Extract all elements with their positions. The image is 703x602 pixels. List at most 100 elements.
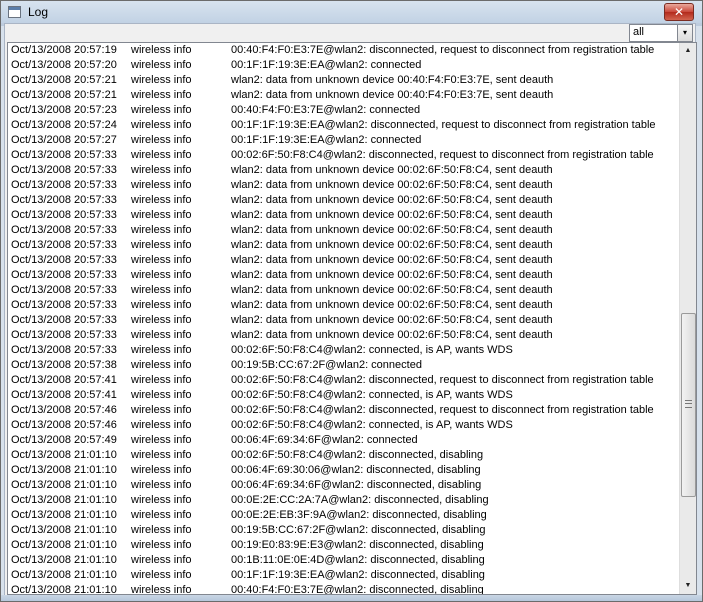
- log-message: 00:02:6F:50:F8:C4@wlan2: disconnected, r…: [231, 374, 654, 386]
- log-topic: wireless info: [131, 404, 192, 416]
- log-row[interactable]: Oct/13/2008 20:57:38 wireless info 00:19:5…: [8, 358, 678, 373]
- log-row[interactable]: Oct/13/2008 20:57:33 wireless info wlan2: …: [8, 178, 678, 193]
- log-row[interactable]: Oct/13/2008 20:57:33 wireless info wlan2: …: [8, 208, 678, 223]
- log-row[interactable]: Oct/13/2008 20:57:46 wireless info 00:02:6…: [8, 403, 678, 418]
- log-topic: wireless info: [131, 359, 192, 371]
- log-time: Oct/13/2008 20:57:33: [11, 344, 117, 356]
- topic-filter-select[interactable]: all ▾: [629, 24, 693, 42]
- log-time: Oct/13/2008 20:57:19: [11, 44, 117, 56]
- log-row[interactable]: Oct/13/2008 20:57:33 wireless info wlan2: …: [8, 238, 678, 253]
- log-message: 00:1F:1F:19:3E:EA@wlan2: disconnected, d…: [231, 569, 485, 581]
- log-time: Oct/13/2008 20:57:33: [11, 179, 117, 191]
- vertical-scrollbar[interactable]: ▲ ▼: [679, 43, 696, 594]
- log-topic: wireless info: [131, 89, 192, 101]
- log-message: 00:06:4F:69:34:6F@wlan2: disconnected, d…: [231, 479, 482, 491]
- log-row[interactable]: Oct/13/2008 21:01:10 wireless info 00:1B:1…: [8, 553, 678, 568]
- log-topic: wireless info: [131, 539, 192, 551]
- log-time: Oct/13/2008 20:57:21: [11, 74, 117, 86]
- log-row[interactable]: Oct/13/2008 20:57:21 wireless info wlan2: …: [8, 88, 678, 103]
- log-time: Oct/13/2008 20:57:41: [11, 374, 117, 386]
- dropdown-arrow-icon[interactable]: ▾: [677, 25, 692, 41]
- log-topic: wireless info: [131, 569, 192, 581]
- scrollbar-thumb[interactable]: [681, 313, 696, 497]
- log-row[interactable]: Oct/13/2008 20:57:33 wireless info wlan2: …: [8, 253, 678, 268]
- window-title: Log: [28, 5, 49, 19]
- log-message: wlan2: data from unknown device 00:02:6F…: [231, 254, 553, 266]
- log-message: 00:06:4F:69:34:6F@wlan2: connected: [231, 434, 418, 446]
- log-message: wlan2: data from unknown device 00:02:6F…: [231, 329, 553, 341]
- log-time: Oct/13/2008 20:57:33: [11, 254, 117, 266]
- log-message: 00:1F:1F:19:3E:EA@wlan2: disconnected, r…: [231, 119, 656, 131]
- log-row[interactable]: Oct/13/2008 20:57:33 wireless info 00:02:6…: [8, 343, 678, 358]
- log-message: 00:40:F4:F0:E3:7E@wlan2: disconnected, d…: [231, 584, 484, 595]
- log-row[interactable]: Oct/13/2008 20:57:33 wireless info wlan2: …: [8, 313, 678, 328]
- log-row[interactable]: Oct/13/2008 21:01:10 wireless info 00:19:E…: [8, 538, 678, 553]
- log-time: Oct/13/2008 20:57:33: [11, 269, 117, 281]
- log-row[interactable]: Oct/13/2008 20:57:33 wireless info wlan2: …: [8, 268, 678, 283]
- log-list[interactable]: Oct/13/2008 20:57:19 wireless info 00:40:F…: [7, 42, 697, 595]
- log-message: wlan2: data from unknown device 00:02:6F…: [231, 269, 553, 281]
- log-message: 00:40:F4:F0:E3:7E@wlan2: disconnected, r…: [231, 44, 655, 56]
- log-row[interactable]: Oct/13/2008 21:01:10 wireless info 00:19:5…: [8, 523, 678, 538]
- log-topic: wireless info: [131, 74, 192, 86]
- log-row[interactable]: Oct/13/2008 20:57:33 wireless info wlan2: …: [8, 298, 678, 313]
- log-row[interactable]: Oct/13/2008 21:01:10 wireless info 00:0E:2…: [8, 508, 678, 523]
- log-row[interactable]: Oct/13/2008 20:57:21 wireless info wlan2: …: [8, 73, 678, 88]
- log-row[interactable]: Oct/13/2008 20:57:46 wireless info 00:02:6…: [8, 418, 678, 433]
- log-time: Oct/13/2008 20:57:33: [11, 209, 117, 221]
- log-row[interactable]: Oct/13/2008 21:01:10 wireless info 00:40:F…: [8, 583, 678, 595]
- log-message: wlan2: data from unknown device 00:02:6F…: [231, 209, 553, 221]
- log-row[interactable]: Oct/13/2008 20:57:49 wireless info 00:06:4…: [8, 433, 678, 448]
- log-row[interactable]: Oct/13/2008 20:57:24 wireless info 00:1F:1…: [8, 118, 678, 133]
- log-row[interactable]: Oct/13/2008 20:57:33 wireless info wlan2: …: [8, 163, 678, 178]
- scroll-up-icon[interactable]: ▲: [680, 43, 696, 59]
- filter-selected-value: all: [633, 26, 645, 38]
- log-row[interactable]: Oct/13/2008 21:01:10 wireless info 00:02:6…: [8, 448, 678, 463]
- log-time: Oct/13/2008 21:01:10: [11, 584, 117, 595]
- log-topic: wireless info: [131, 299, 192, 311]
- log-row[interactable]: Oct/13/2008 20:57:27 wireless info 00:1F:1…: [8, 133, 678, 148]
- log-row[interactable]: Oct/13/2008 21:01:10 wireless info 00:06:4…: [8, 463, 678, 478]
- log-row[interactable]: Oct/13/2008 21:01:10 wireless info 00:06:4…: [8, 478, 678, 493]
- log-row[interactable]: Oct/13/2008 20:57:19 wireless info 00:40:F…: [8, 43, 678, 58]
- close-button[interactable]: ✕: [664, 3, 694, 21]
- log-time: Oct/13/2008 20:57:41: [11, 389, 117, 401]
- log-topic: wireless info: [131, 59, 192, 71]
- log-topic: wireless info: [131, 374, 192, 386]
- log-row[interactable]: Oct/13/2008 21:01:10 wireless info 00:1F:1…: [8, 568, 678, 583]
- log-time: Oct/13/2008 20:57:38: [11, 359, 117, 371]
- log-topic: wireless info: [131, 584, 192, 595]
- log-message: 00:1F:1F:19:3E:EA@wlan2: connected: [231, 134, 422, 146]
- title-bar[interactable]: Log ✕: [1, 1, 702, 23]
- log-row[interactable]: Oct/13/2008 20:57:33 wireless info wlan2: …: [8, 223, 678, 238]
- log-row[interactable]: Oct/13/2008 20:57:33 wireless info wlan2: …: [8, 193, 678, 208]
- log-message: wlan2: data from unknown device 00:02:6F…: [231, 164, 553, 176]
- log-time: Oct/13/2008 21:01:10: [11, 569, 117, 581]
- log-topic: wireless info: [131, 554, 192, 566]
- log-topic: wireless info: [131, 329, 192, 341]
- log-row[interactable]: Oct/13/2008 20:57:33 wireless info wlan2: …: [8, 328, 678, 343]
- log-topic: wireless info: [131, 344, 192, 356]
- log-row[interactable]: Oct/13/2008 20:57:20 wireless info 00:1F:1…: [8, 58, 678, 73]
- log-message: 00:06:4F:69:30:06@wlan2: disconnected, d…: [231, 464, 481, 476]
- log-time: Oct/13/2008 20:57:49: [11, 434, 117, 446]
- log-row[interactable]: Oct/13/2008 21:01:10 wireless info 00:0E:2…: [8, 493, 678, 508]
- log-message: 00:0E:2E:CC:2A:7A@wlan2: disconnected, d…: [231, 494, 489, 506]
- log-time: Oct/13/2008 20:57:46: [11, 419, 117, 431]
- log-topic: wireless info: [131, 179, 192, 191]
- log-row[interactable]: Oct/13/2008 20:57:33 wireless info 00:02:6…: [8, 148, 678, 163]
- log-message: 00:0E:2E:EB:3F:9A@wlan2: disconnected, d…: [231, 509, 487, 521]
- log-topic: wireless info: [131, 119, 192, 131]
- log-row[interactable]: Oct/13/2008 20:57:23 wireless info 00:40:F…: [8, 103, 678, 118]
- log-topic: wireless info: [131, 254, 192, 266]
- log-topic: wireless info: [131, 224, 192, 236]
- scroll-down-icon[interactable]: ▼: [680, 578, 696, 594]
- log-message: wlan2: data from unknown device 00:40:F4…: [231, 74, 554, 86]
- log-row[interactable]: Oct/13/2008 20:57:33 wireless info wlan2: …: [8, 283, 678, 298]
- log-row[interactable]: Oct/13/2008 20:57:41 wireless info 00:02:6…: [8, 388, 678, 403]
- window-icon: [8, 6, 21, 18]
- log-message: wlan2: data from unknown device 00:02:6F…: [231, 194, 553, 206]
- log-topic: wireless info: [131, 104, 192, 116]
- log-row[interactable]: Oct/13/2008 20:57:41 wireless info 00:02:6…: [8, 373, 678, 388]
- log-message: wlan2: data from unknown device 00:02:6F…: [231, 284, 553, 296]
